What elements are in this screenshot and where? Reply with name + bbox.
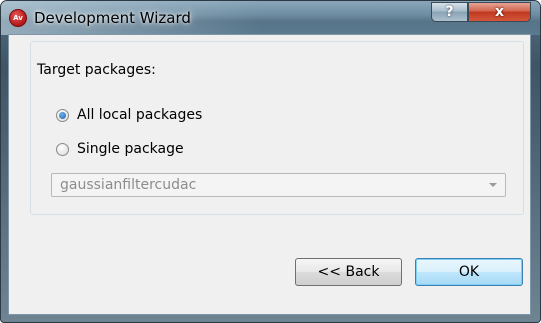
chevron-down-icon	[489, 183, 497, 187]
radio-all-local-packages[interactable]: All local packages	[56, 106, 202, 124]
radio-checked-icon[interactable]	[56, 108, 69, 122]
radio-label-all-local: All local packages	[77, 107, 203, 123]
group-title: Target packages:	[35, 62, 159, 78]
back-button[interactable]: << Back	[295, 258, 402, 286]
help-button[interactable]: ?	[431, 2, 468, 22]
radio-unchecked-icon[interactable]	[56, 142, 69, 156]
package-select[interactable]: gaussianfiltercudac	[51, 173, 506, 197]
ok-button[interactable]: OK	[415, 258, 523, 286]
app-logo-icon: Av	[9, 9, 27, 27]
title-bar[interactable]: Av Development Wizard ? x	[1, 1, 540, 35]
radio-label-single: Single package	[77, 141, 184, 157]
close-button[interactable]: x	[468, 2, 531, 22]
radio-single-package[interactable]: Single package	[56, 140, 184, 158]
package-select-value: gaussianfiltercudac	[60, 177, 197, 193]
window-title: Development Wizard	[34, 9, 191, 27]
